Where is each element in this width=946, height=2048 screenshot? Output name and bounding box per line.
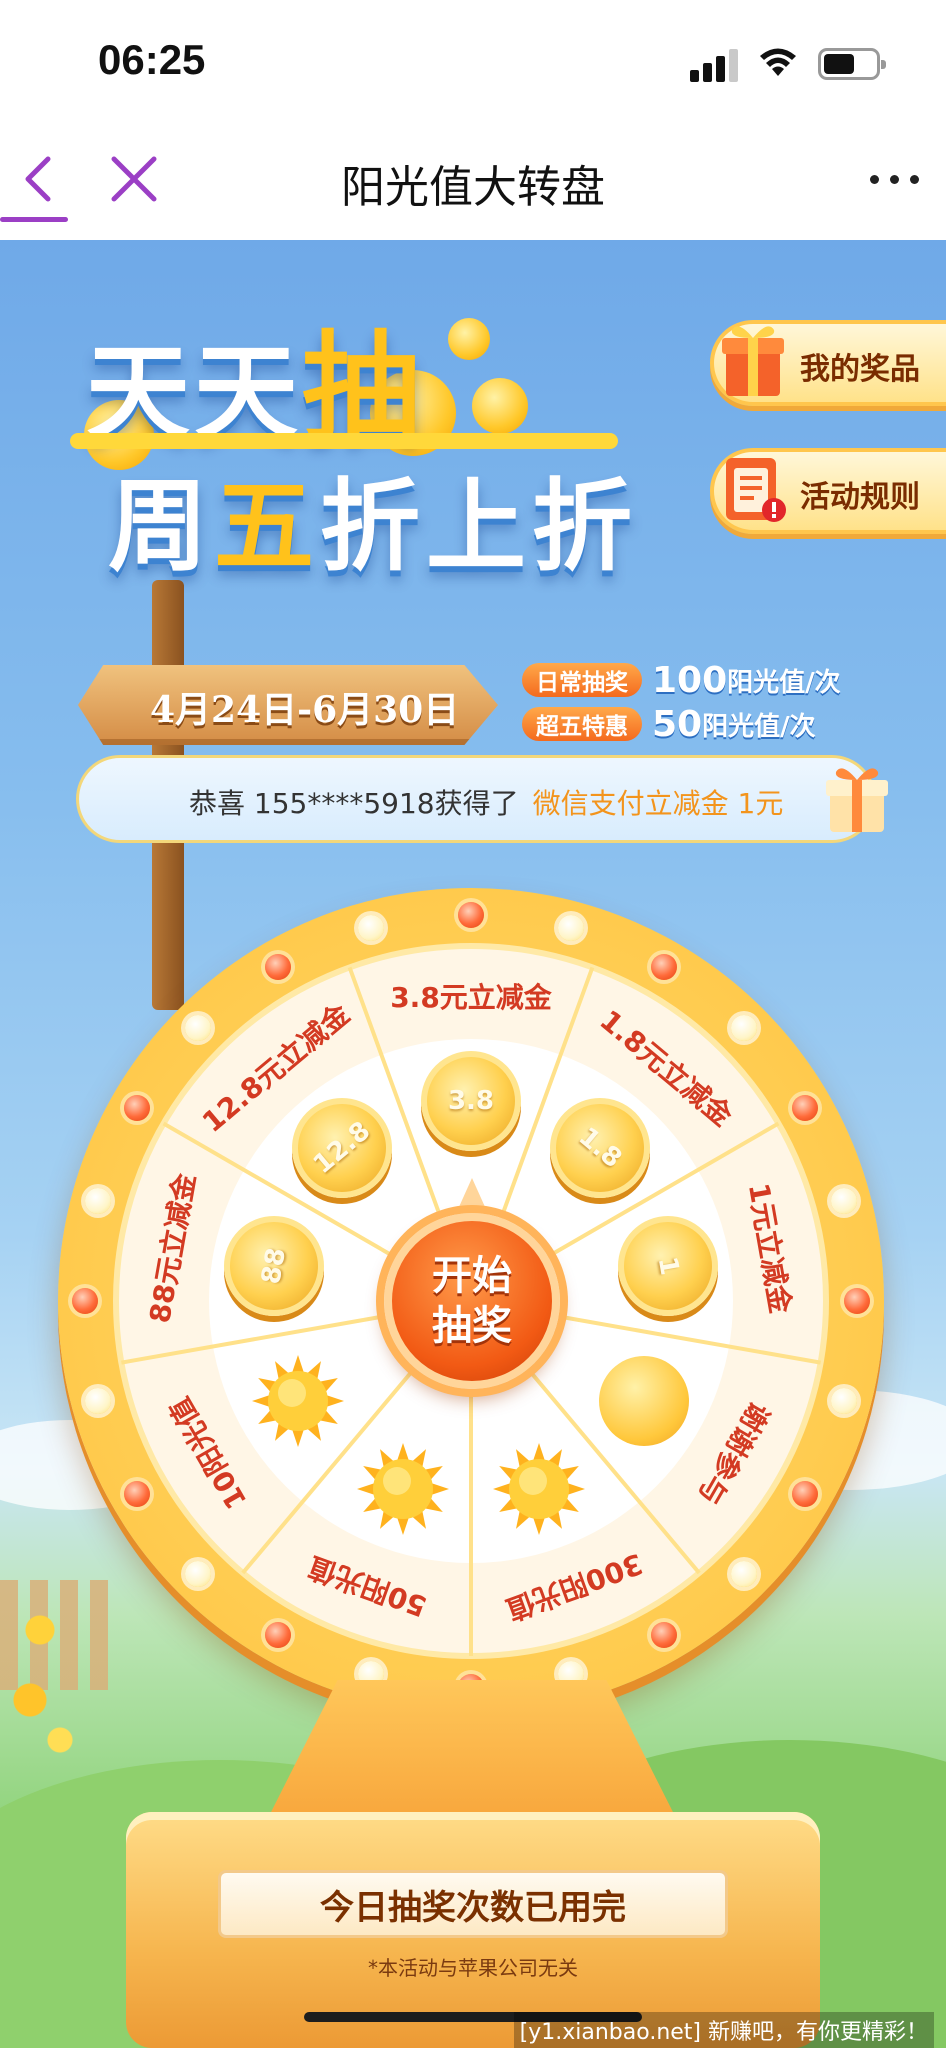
wheel-bulb [185,1560,212,1587]
wheel-bulb [844,1288,870,1314]
wheel-bulb [265,953,291,980]
more-icon[interactable] [868,165,922,195]
wheel-bulb [730,1015,757,1042]
ticker-text: 恭喜 155****5918获得了 微信支付立减金 1元 [189,787,784,820]
wheel-bulb [123,1095,150,1121]
wifi-icon [760,48,796,76]
battery-icon [818,48,886,80]
wheel-bulb [651,1622,677,1649]
rules-clipboard-icon [726,458,786,522]
nav-bar: 阳光值大转盘 [0,125,946,240]
coin-icon: 1.8 [549,1097,650,1198]
daily-draw-cost: 日常抽奖 100 阳光值/次 [522,660,841,701]
signal-icon [690,48,740,82]
disclaimer: *本活动与苹果公司无关 [368,1956,578,1980]
sun-icon [356,1442,449,1535]
wheel-bulb [72,1288,98,1314]
wheel-bulb [265,1622,291,1649]
wheel-bulb [792,1095,819,1121]
draw-status-plate: 今日抽奖次数已用完 [218,1870,728,1938]
back-underline [0,217,68,222]
my-prizes-label: 我的奖品 [800,352,920,387]
coin-icon: 12.8 [292,1097,393,1198]
wheel-bulb [358,915,385,942]
winner-ticker: 恭喜 155****5918获得了 微信支付立减金 1元 [76,755,876,843]
wheel-bulb [830,1387,857,1414]
wheel-bulb [123,1481,150,1507]
wheel-segment-label: 3.8元立减金 [390,981,552,1014]
gift-icon [722,326,784,396]
status-bar: 06:25 [0,0,946,125]
date-range: 4月24日-6月30日 [150,689,460,731]
wheel-bulb [830,1188,857,1215]
wheel-pointer [454,1178,490,1218]
wheel-bulb [730,1560,757,1587]
wheel-bulb [557,915,584,942]
wheel-bulb [85,1387,112,1414]
smiley-icon [599,1356,690,1446]
start-draw-button[interactable]: 开始 抽奖 [384,1213,560,1389]
gift-icon [826,768,888,832]
activity-rules-button[interactable]: 活动规则 [710,448,946,534]
wheel-bulb [651,953,677,980]
activity-rules-label: 活动规则 [800,480,920,515]
page-title: 阳光值大转盘 [341,162,605,213]
friday-draw-cost: 超五特惠 50 阳光值/次 [522,704,816,745]
status-time: 06:25 [98,36,206,83]
lottery-stage: 天天抽 周五折上折 我的奖品 活动规则 4月24日-6月30日 日常抽奖 100 [0,240,946,2048]
coin-icon: 3.8 [421,1051,521,1151]
wheel-bulb [792,1481,819,1507]
sun-icon [251,1355,344,1447]
coin-icon: 88 [224,1216,325,1317]
wheel-bulb [85,1188,112,1215]
coin-icon: 1 [617,1216,718,1317]
watermark: [y1.xianbao.net] 新赚吧，有你更精彩！ [513,2012,934,2048]
sun-icon [493,1442,586,1535]
my-prizes-button[interactable]: 我的奖品 [710,320,946,406]
wheel-bulb [458,902,484,928]
banner-subtitle: 周五折上折 [108,468,638,585]
wheel-bulb [185,1015,212,1042]
